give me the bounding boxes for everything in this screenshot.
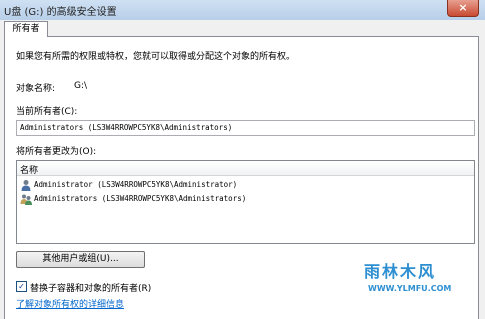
object-name-value: G:\ [74,81,88,91]
description-text: 如果您有所需的权限或特权，您就可以取得或分配这个对象的所有权。 [16,52,296,62]
list-item[interactable]: Administrators (LS3W4RROWPC5YK8\Administ… [20,193,470,205]
close-button[interactable]: × [447,0,479,17]
object-name-label: 对象名称: [16,84,56,94]
title-bar: U盘 (G:) 的高级安全设置 × [0,0,485,20]
user-group-icon [20,194,32,205]
change-owner-label: 将所有者更改为(O): [16,147,97,157]
list-item-label: Administrators (LS3W4RROWPC5YK8\Administ… [34,194,247,203]
current-owner-value: Administrators (LS3W4RROWPC5YK8\Administ… [20,123,233,132]
list-header-name[interactable]: 名称 [17,161,474,176]
column-name-label: 名称 [20,166,39,176]
list-item[interactable]: Administrator (LS3W4RROWPC5YK8\Administr… [20,179,470,191]
replace-owner-checkbox[interactable]: ✓ [16,281,27,292]
current-owner-field: Administrators (LS3W4RROWPC5YK8\Administ… [16,120,475,136]
close-icon: × [458,1,468,14]
watermark-logo: 雨林木风 WWW.YLMFU.COM [354,252,458,307]
tab-owner[interactable]: 所有者 [4,21,48,37]
window-title: U盘 (G:) 的高级安全设置 [4,7,117,18]
watermark-title: 雨林木风 [364,262,437,281]
ownership-help-link[interactable]: 了解对象所有权的详细信息 [16,297,124,310]
current-owner-label: 当前所有者(C): [16,107,78,117]
watermark-url: WWW.YLMFU.COM [368,284,452,293]
security-settings-window: U盘 (G:) 的高级安全设置 × 所有者 如果您有所需的权限或特权，您就可以取… [0,0,485,319]
owner-list[interactable]: 名称 Administrator (LS3W4RROWPC5YK8\Admini… [16,160,475,244]
list-item-label: Administrator (LS3W4RROWPC5YK8\Administr… [34,180,238,189]
other-users-button[interactable]: 其他用户或组(U)... [16,251,145,268]
replace-owner-label: 替换子容器和对象的所有者(R) [30,284,152,294]
user-icon [21,180,31,191]
